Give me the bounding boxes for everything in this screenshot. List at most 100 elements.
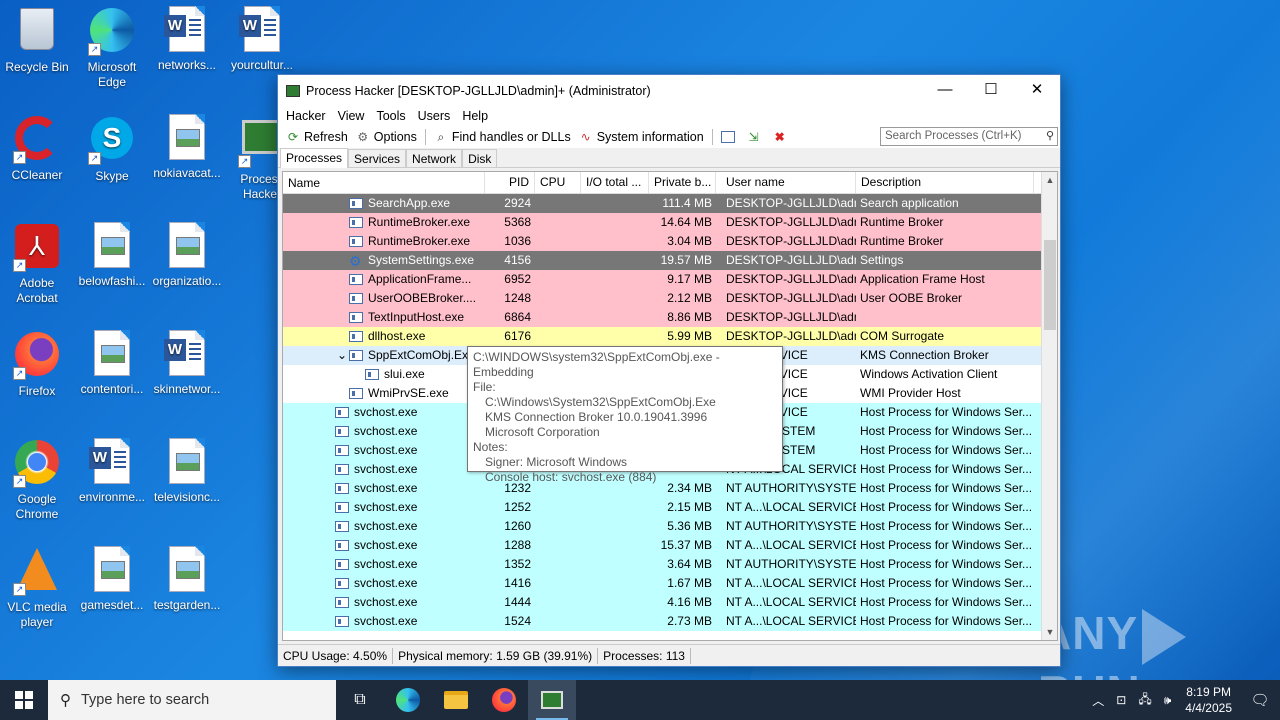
process-row[interactable]: dllhost.exe 6176 5.99 MB DESKTOP-JGLLJLD\ad…	[283, 327, 1057, 346]
desktop-icon-networks[interactable]: Wnetworks...	[149, 6, 225, 73]
process-row[interactable]: RuntimeBroker.exe 1036 3.04 MB DESKTOP-JGLL…	[283, 232, 1057, 251]
maximize-button[interactable]: ☐	[968, 75, 1014, 105]
process-icon	[335, 578, 349, 589]
process-name-cell: svchost.exe	[283, 479, 485, 498]
terminate-button[interactable]: ✖	[769, 127, 795, 147]
window-button[interactable]	[717, 127, 743, 147]
process-row[interactable]: svchost.exe 1260 5.36 MB NT AUTHORITY\SYSTE…	[283, 517, 1057, 536]
task-view-button[interactable]: ⧉	[336, 680, 384, 720]
process-row[interactable]: svchost.exe 1444 4.16 MB NT A...\LOCAL SERV…	[283, 593, 1057, 612]
tab-processes[interactable]: Processes	[280, 148, 349, 168]
desktop-icon-yourcultur[interactable]: Wyourcultur...	[224, 6, 300, 73]
desktop-icon-ccleaner[interactable]: ↗ CCleaner	[0, 114, 75, 183]
tab-disk[interactable]: Disk	[462, 149, 498, 167]
desktop-icon-gamesdet[interactable]: gamesdet...	[74, 546, 150, 613]
menu-tools[interactable]: Tools	[370, 109, 411, 123]
desktop-icon-google-chrome[interactable]: ↗ Google Chrome	[0, 438, 75, 522]
tab-network[interactable]: Network	[406, 149, 463, 167]
title-bar[interactable]: Process Hacker [DESKTOP-JGLLJLD\admin]+ …	[278, 75, 1060, 106]
column-header-pid[interactable]: PID	[485, 172, 535, 193]
network-adapter-icon[interactable]: ⊡	[1110, 693, 1132, 707]
word-document-icon: W	[163, 330, 211, 378]
menu-view[interactable]: View	[332, 109, 371, 123]
find-handles-button[interactable]: ⌕ Find handles or DLLs	[430, 127, 575, 147]
scroll-down-arrow-icon[interactable]: ▼	[1042, 624, 1057, 640]
desktop-icon-environme[interactable]: Wenvironme...	[74, 438, 150, 505]
vertical-scrollbar[interactable]: ▲ ▼	[1041, 172, 1057, 640]
process-row[interactable]: UserOOBEBroker.... 1248 2.12 MB DESKTOP-JGL…	[283, 289, 1057, 308]
show-hidden-icons-chevron-icon[interactable]: ︿	[1086, 692, 1110, 709]
notification-center-icon[interactable]: 🗨	[1240, 691, 1280, 709]
desktop-icon-vlc-media-player[interactable]: ↗ VLC media player	[0, 546, 75, 630]
process-row[interactable]: ⚙ SystemSettings.exe 4156 19.57 MB DESKTOP-J…	[283, 251, 1057, 270]
image-file-icon	[163, 222, 211, 270]
desktop-icon-label: environme...	[78, 490, 146, 504]
user-name-cell: NT A...\LOCAL SERVICE	[726, 538, 856, 552]
scroll-up-arrow-icon[interactable]: ▲	[1042, 172, 1057, 188]
scroll-thumb[interactable]	[1044, 240, 1056, 330]
process-name-text: SppExtComObj.Exe	[368, 348, 475, 362]
process-name-text: svchost.exe	[354, 462, 418, 476]
desktop-icon-firefox[interactable]: ↗ Firefox	[0, 330, 75, 399]
minimize-button[interactable]: —	[922, 75, 968, 105]
taskbar-process-hacker[interactable]	[528, 680, 576, 720]
process-name-text: ApplicationFrame...	[368, 272, 472, 286]
column-header-private-bytes[interactable]: Private b...	[649, 172, 716, 193]
process-row[interactable]: ApplicationFrame... 6952 9.17 MB DESKTOP-JG…	[283, 270, 1057, 289]
search-processes-input[interactable]: Search Processes (Ctrl+K) ⚲	[880, 127, 1058, 146]
image-file-icon	[88, 330, 136, 378]
process-name-text: slui.exe	[384, 367, 425, 381]
clock[interactable]: 8:19 PM 4/4/2025	[1177, 684, 1240, 716]
network-icon[interactable]: 🖧	[1132, 690, 1157, 711]
column-header-cpu[interactable]: CPU	[535, 172, 581, 193]
desktop-icon-adobe-acrobat[interactable]: ⅄ ↗ Adobe Acrobat	[0, 222, 75, 306]
process-row[interactable]: svchost.exe 1252 2.15 MB NT A...\LOCAL SERV…	[283, 498, 1057, 517]
process-row[interactable]: svchost.exe 1352 3.64 MB NT AUTHORITY\SYSTE…	[283, 555, 1057, 574]
close-button[interactable]: ✕	[1014, 75, 1060, 105]
process-row[interactable]: SearchApp.exe 2924 111.4 MB DESKTOP-JGLLJLD…	[283, 194, 1057, 213]
process-row[interactable]: svchost.exe 1416 1.67 MB NT A...\LOCAL SERV…	[283, 574, 1057, 593]
column-header-io-total[interactable]: I/O total ...	[581, 172, 649, 193]
volume-icon[interactable]: 🕪	[1158, 693, 1178, 708]
taskbar-edge[interactable]	[384, 680, 432, 720]
desktop-icon-organizatio[interactable]: organizatio...	[149, 222, 225, 289]
system-information-button[interactable]: ∿ System information	[575, 127, 708, 147]
desktop-icon-belowfashi[interactable]: belowfashi...	[74, 222, 150, 289]
desktop-icon-skinnetwor[interactable]: Wskinnetwor...	[149, 330, 225, 397]
desktop-icon-label: Microsoft Edge	[87, 60, 137, 89]
process-name-cell: svchost.exe	[283, 555, 485, 574]
taskbar-firefox[interactable]	[480, 680, 528, 720]
desktop-icon-nokiavacat[interactable]: nokiavacat...	[149, 114, 225, 181]
column-header-name[interactable]: Name	[283, 172, 485, 193]
refresh-button[interactable]: ⟳ Refresh	[282, 127, 352, 147]
private-bytes-cell: 3.04 MB	[667, 234, 712, 248]
desktop-icon-label: Recycle Bin	[5, 60, 69, 74]
desktop-icon-microsoft-edge[interactable]: ↗ Microsoft Edge	[74, 6, 150, 90]
menu-help[interactable]: Help	[456, 109, 494, 123]
start-button[interactable]	[0, 680, 48, 720]
column-header-description[interactable]: Description	[856, 172, 1034, 193]
desktop-icon-label: CCleaner	[11, 168, 63, 182]
clock-date: 4/4/2025	[1185, 701, 1232, 715]
process-row[interactable]: TextInputHost.exe 6864 8.86 MB DESKTOP-JGLL…	[283, 308, 1057, 327]
desktop-icon-skype[interactable]: S ↗ Skype	[74, 114, 150, 184]
shortcut-arrow-icon: ↗	[88, 152, 101, 165]
options-button[interactable]: ⚙ Options	[352, 127, 421, 147]
column-header-user-name[interactable]: User name	[716, 172, 856, 193]
go-to-button[interactable]: ⇲	[743, 127, 769, 147]
desktop-icon-recycle-bin[interactable]: Recycle Bin	[0, 6, 75, 75]
process-icon	[335, 464, 349, 475]
tab-services[interactable]: Services	[348, 149, 407, 167]
process-row[interactable]: svchost.exe 1524 2.73 MB NT A...\LOCAL SERV…	[283, 612, 1057, 631]
process-row[interactable]: RuntimeBroker.exe 5368 14.64 MB DESKTOP-JGL…	[283, 213, 1057, 232]
process-row[interactable]: svchost.exe 1288 15.37 MB NT A...\LOCAL SER…	[283, 536, 1057, 555]
description-cell: Host Process for Windows Ser...	[860, 443, 1033, 457]
desktop-icon-televisionc[interactable]: televisionc...	[149, 438, 225, 505]
desktop-icon-testgarden[interactable]: testgarden...	[149, 546, 225, 613]
menu-hacker[interactable]: Hacker	[280, 109, 332, 123]
taskbar-search-box[interactable]: ⚲ Type here to search	[48, 680, 336, 720]
user-name-cell: DESKTOP-JGLLJLD\admi	[726, 253, 856, 267]
menu-users[interactable]: Users	[412, 109, 457, 123]
taskbar-file-explorer[interactable]	[432, 680, 480, 720]
desktop-icon-contentori[interactable]: contentori...	[74, 330, 150, 397]
